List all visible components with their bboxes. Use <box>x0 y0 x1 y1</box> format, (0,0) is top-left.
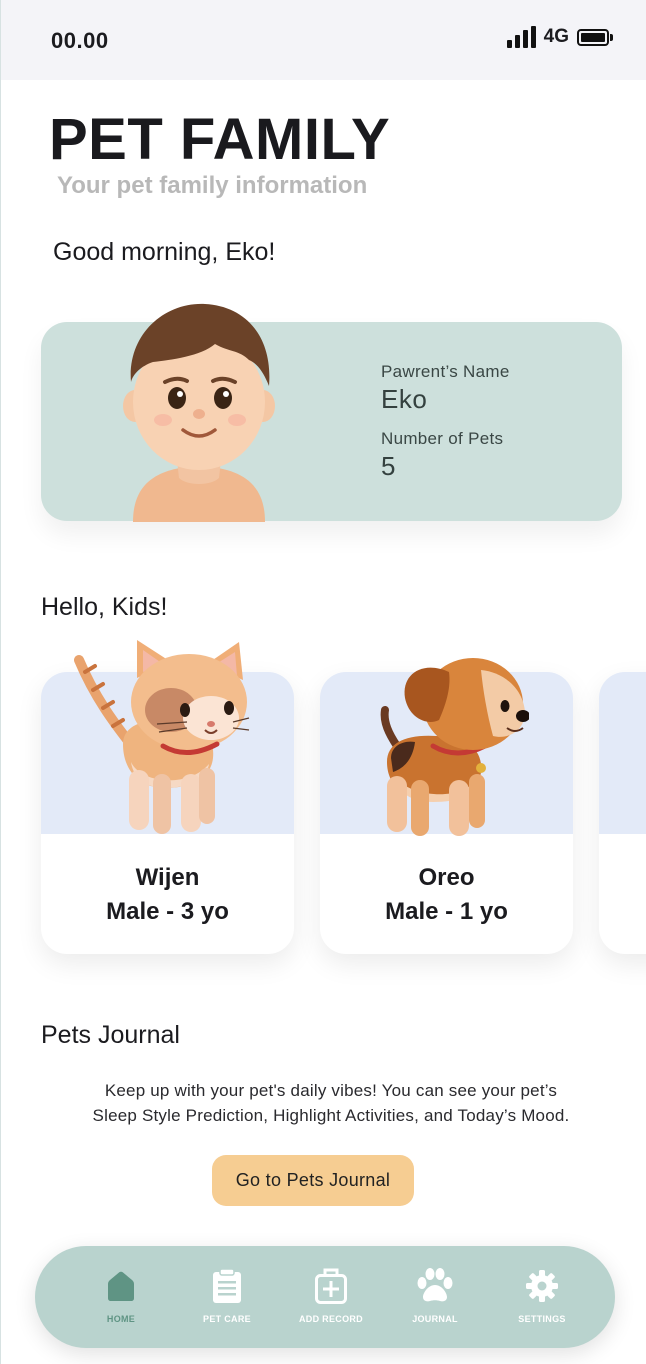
battery-icon <box>577 28 613 46</box>
nav-label-journal: JOURNAL <box>412 1314 458 1324</box>
status-indicators: 4G <box>506 26 613 48</box>
nav-label-settings: SETTINGS <box>518 1314 566 1324</box>
nav-label-pet-care: PET CARE <box>203 1314 251 1324</box>
status-bar: 00.00 4G <box>1 0 646 80</box>
pet-card-partial[interactable] <box>599 672 646 954</box>
network-label: 4G <box>543 26 569 47</box>
nav-item-pet-care[interactable]: PET CARE <box>177 1266 277 1324</box>
nav-label-home: HOME <box>106 1314 136 1324</box>
first-aid-kit-icon <box>281 1266 381 1306</box>
boy-avatar-illustration <box>123 303 275 522</box>
journal-description-line-1: Keep up with your pet's daily vibes! You… <box>104 1081 558 1100</box>
status-time: 00.00 <box>51 28 109 53</box>
pet-meta: Male - 3 yo <box>106 898 229 925</box>
nav-item-settings[interactable]: SETTINGS <box>492 1266 592 1324</box>
cat-illustration <box>74 640 250 834</box>
nav-item-add-record[interactable]: ADD RECORD <box>281 1266 381 1324</box>
greeting-text: Good morning, Eko! <box>53 238 276 266</box>
beagle-dog-illustration <box>380 658 529 836</box>
journal-section-heading: Pets Journal <box>41 1021 180 1049</box>
bottom-navigation: HOME PET CARE ADD RECORD JOURNAL SETTING… <box>35 1246 615 1348</box>
nav-label-add-record: ADD RECORD <box>298 1314 363 1324</box>
journal-description: Keep up with your pet's daily vibes! You… <box>41 1078 621 1128</box>
page-subtitle: Your pet family information <box>57 172 368 199</box>
gear-icon <box>492 1266 592 1306</box>
owner-info: Pawrent’s Name Eko Number of Pets 5 <box>381 362 510 482</box>
kids-section-heading: Hello, Kids! <box>41 593 168 621</box>
pet-family-home-screen: 00.00 4G PET FAMILY Your pet family info… <box>0 0 646 1364</box>
nav-item-home[interactable]: HOME <box>71 1266 171 1324</box>
pet-card-background <box>599 672 646 834</box>
pets-count-value: 5 <box>381 451 396 481</box>
pets-count-label: Number of Pets <box>381 429 504 448</box>
nav-item-journal[interactable]: JOURNAL <box>385 1266 485 1324</box>
signal-icon <box>506 26 536 48</box>
pet-name: Wijen <box>135 864 200 891</box>
owner-name-value: Eko <box>381 384 428 414</box>
clipboard-icon <box>177 1266 277 1306</box>
home-icon <box>71 1266 171 1306</box>
journal-description-line-2: Sleep Style Prediction, Highlight Activi… <box>92 1106 570 1125</box>
pet-meta: Male - 1 yo <box>385 898 508 925</box>
go-to-pets-journal-button[interactable]: Go to Pets Journal <box>212 1155 414 1206</box>
page-title: PET FAMILY <box>49 107 391 172</box>
owner-name-label: Pawrent’s Name <box>381 362 510 381</box>
pet-name: Oreo <box>418 864 475 891</box>
paw-icon <box>385 1266 485 1306</box>
